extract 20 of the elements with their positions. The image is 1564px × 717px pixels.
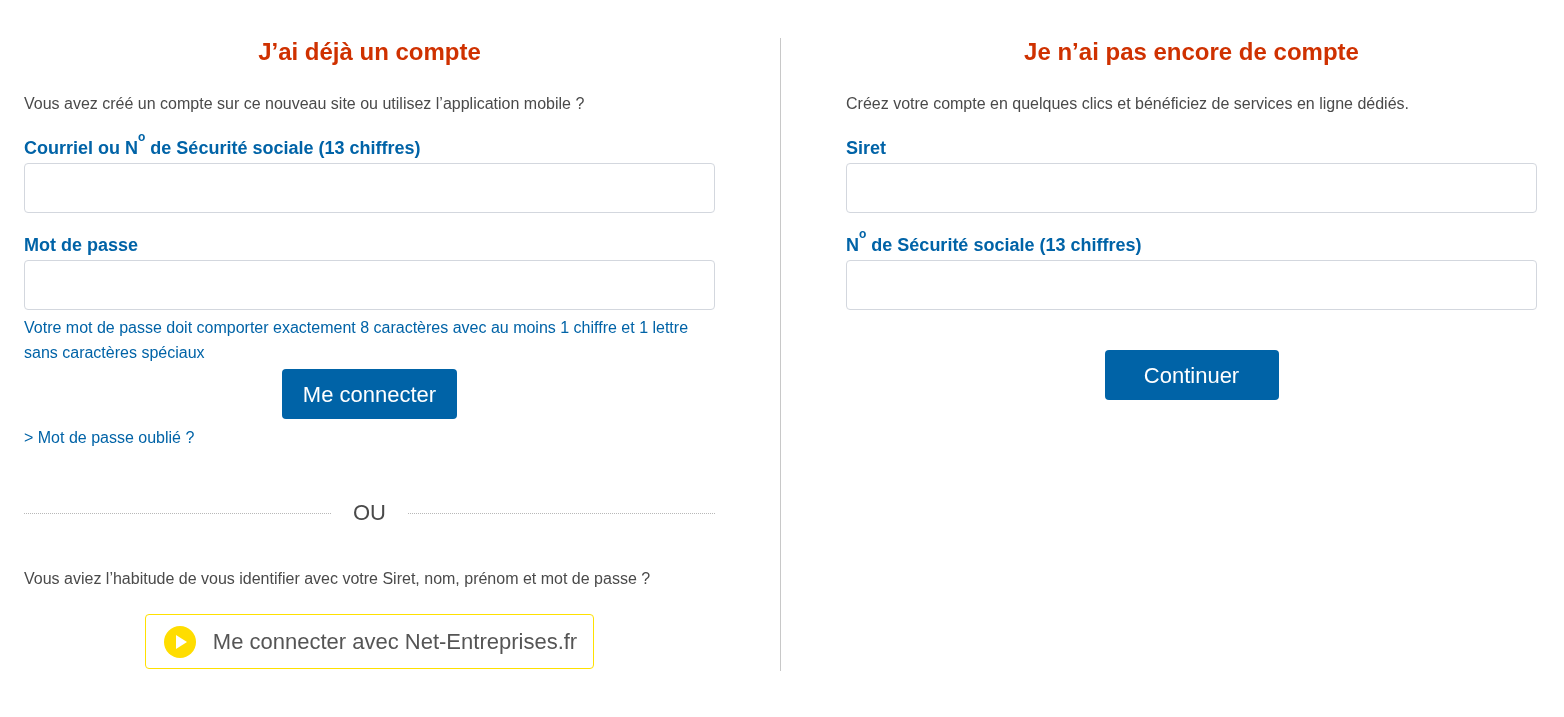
input-field[interactable] [24, 260, 715, 310]
continue-button[interactable]: Continuer [1104, 350, 1279, 400]
input-field[interactable] [846, 163, 1537, 213]
input-field[interactable] [24, 163, 715, 213]
section-title: J’ai déjà un compte [258, 38, 481, 66]
intro-text: Créez votre compte en quelques clics et bénéficiez de services en ligne dédiés. [846, 94, 1409, 114]
forgot-password-link[interactable]: > Mot de passe oublié ? [24, 427, 195, 449]
net-entreprises-button[interactable]: Me connecter avec Net-Entreprises.fr [144, 614, 595, 669]
legacy-login-text: Vous aviez l’habitude de vous identifier avec votre Siret, nom, prénom et mot de passe ? [24, 569, 651, 589]
password-hint: Votre mot de passe doit comporter exactement 8 caractères avec au moins 1 chiffre et 1 lettre sans caractères spéciaux [24, 318, 690, 363]
separator-text: OU [353, 499, 386, 527]
input-field[interactable] [846, 260, 1537, 310]
field-label: Siret [846, 137, 887, 160]
login-button[interactable]: Me connecter [282, 369, 457, 419]
field-label: N$^{o}$ de Sécurité sociale (13 chiffres) [846, 233, 1142, 257]
field-label: Mot de passe [24, 234, 139, 257]
field-label: Courriel ou N$^{o}$ de Sécurité sociale (13 chiffres) [24, 136, 421, 160]
play-icon [163, 625, 196, 658]
section-title: Je n’ai pas encore de compte [1024, 38, 1359, 66]
intro-text: Vous avez créé un compte sur ce nouveau site ou utilisez l’application mobile ? [24, 94, 585, 114]
